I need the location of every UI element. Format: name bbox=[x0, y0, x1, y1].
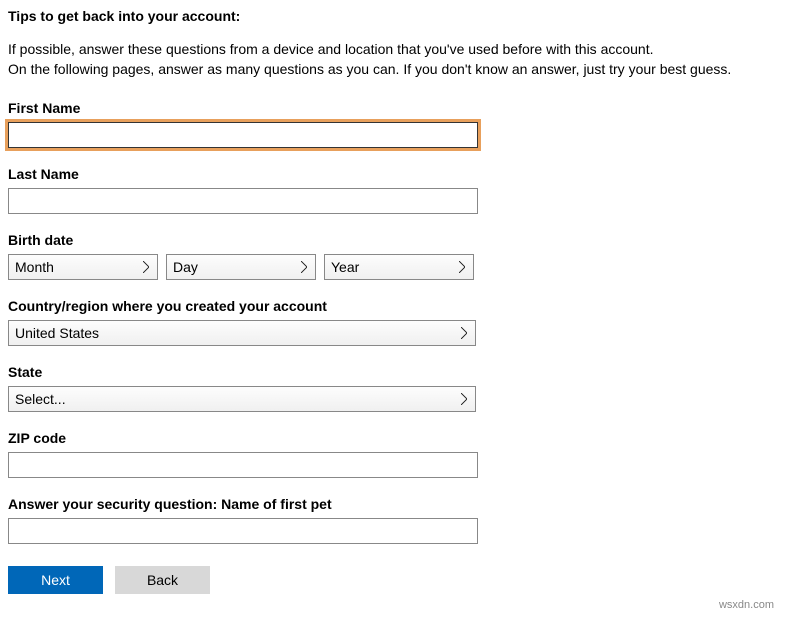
first-name-label: First Name bbox=[8, 100, 782, 116]
country-label: Country/region where you created your ac… bbox=[8, 298, 782, 314]
last-name-label: Last Name bbox=[8, 166, 782, 182]
year-select[interactable]: Year bbox=[324, 254, 474, 280]
zip-input[interactable] bbox=[8, 452, 478, 478]
day-select[interactable]: Day bbox=[166, 254, 316, 280]
tip-line-2: On the following pages, answer as many q… bbox=[8, 60, 782, 78]
zip-label: ZIP code bbox=[8, 430, 782, 446]
page-heading: Tips to get back into your account: bbox=[8, 8, 782, 24]
back-button[interactable]: Back bbox=[115, 566, 210, 594]
country-select[interactable]: United States bbox=[8, 320, 476, 346]
state-select[interactable]: Select... bbox=[8, 386, 476, 412]
tips-text: If possible, answer these questions from… bbox=[8, 40, 782, 78]
watermark-text: wsxdn.com bbox=[719, 599, 774, 611]
security-answer-input[interactable] bbox=[8, 518, 478, 544]
month-select[interactable]: Month bbox=[8, 254, 158, 280]
state-label: State bbox=[8, 364, 782, 380]
tip-line-1: If possible, answer these questions from… bbox=[8, 40, 782, 58]
next-button[interactable]: Next bbox=[8, 566, 103, 594]
security-question-label: Answer your security question: Name of f… bbox=[8, 496, 782, 512]
birth-date-label: Birth date bbox=[8, 232, 782, 248]
first-name-input[interactable] bbox=[8, 122, 478, 148]
last-name-input[interactable] bbox=[8, 188, 478, 214]
